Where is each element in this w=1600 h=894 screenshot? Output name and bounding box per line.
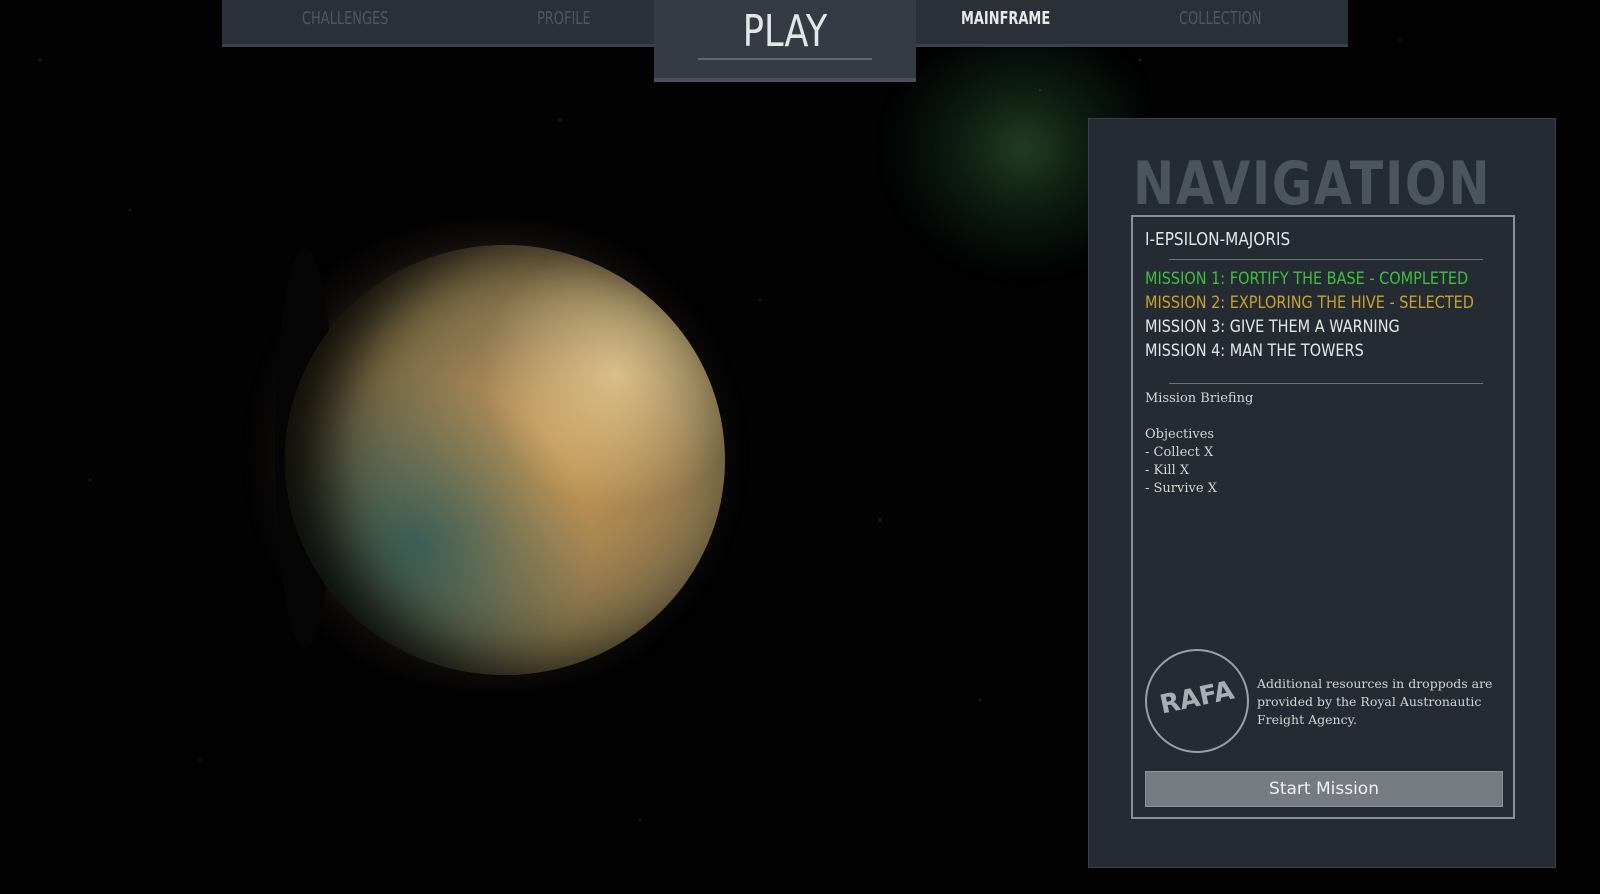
objective-item: - Kill X: [1145, 463, 1190, 478]
rafa-info-text: Additional resources in droppods are pro…: [1257, 676, 1493, 727]
tab-play[interactable]: PLAY: [654, 0, 916, 82]
tab-play-label: PLAY: [742, 6, 828, 57]
objective-item: - Collect X: [1145, 445, 1214, 460]
rafa-logo-text: RAFA: [1157, 675, 1237, 721]
mission-item-3[interactable]: MISSION 3: GIVE THEM A WARNING: [1145, 317, 1400, 337]
mission-item-2[interactable]: MISSION 2: EXPLORING THE HIVE - SELECTED: [1145, 293, 1474, 313]
planet-sphere[interactable]: [285, 245, 725, 675]
divider: [1169, 383, 1483, 384]
tab-mainframe[interactable]: MAINFRAME: [961, 8, 1050, 29]
planet[interactable]: [210, 220, 790, 700]
panel-title: NAVIGATION: [1133, 149, 1492, 219]
mission-item-1[interactable]: MISSION 1: FORTIFY THE BASE - COMPLETED: [1145, 269, 1468, 289]
objectives-label: Objectives: [1145, 427, 1215, 442]
tab-play-underline: [698, 58, 872, 60]
briefing-label: Mission Briefing: [1145, 391, 1254, 406]
start-mission-button[interactable]: Start Mission: [1145, 771, 1503, 807]
system-name: I-EPSILON-MAJORIS: [1145, 229, 1291, 250]
tab-challenges[interactable]: CHALLENGES: [302, 8, 388, 29]
objective-item: - Survive X: [1145, 481, 1217, 496]
tab-profile[interactable]: PROFILE: [537, 8, 591, 29]
tab-collection[interactable]: COLLECTION: [1179, 8, 1262, 29]
mission-item-4[interactable]: MISSION 4: MAN THE TOWERS: [1145, 341, 1364, 361]
navigation-panel: NAVIGATION I-EPSILON-MAJORIS MISSION 1: …: [1088, 118, 1556, 868]
divider: [1169, 259, 1483, 260]
mission-box: I-EPSILON-MAJORIS MISSION 1: FORTIFY THE…: [1131, 215, 1515, 819]
rafa-logo: RAFA: [1145, 649, 1249, 753]
